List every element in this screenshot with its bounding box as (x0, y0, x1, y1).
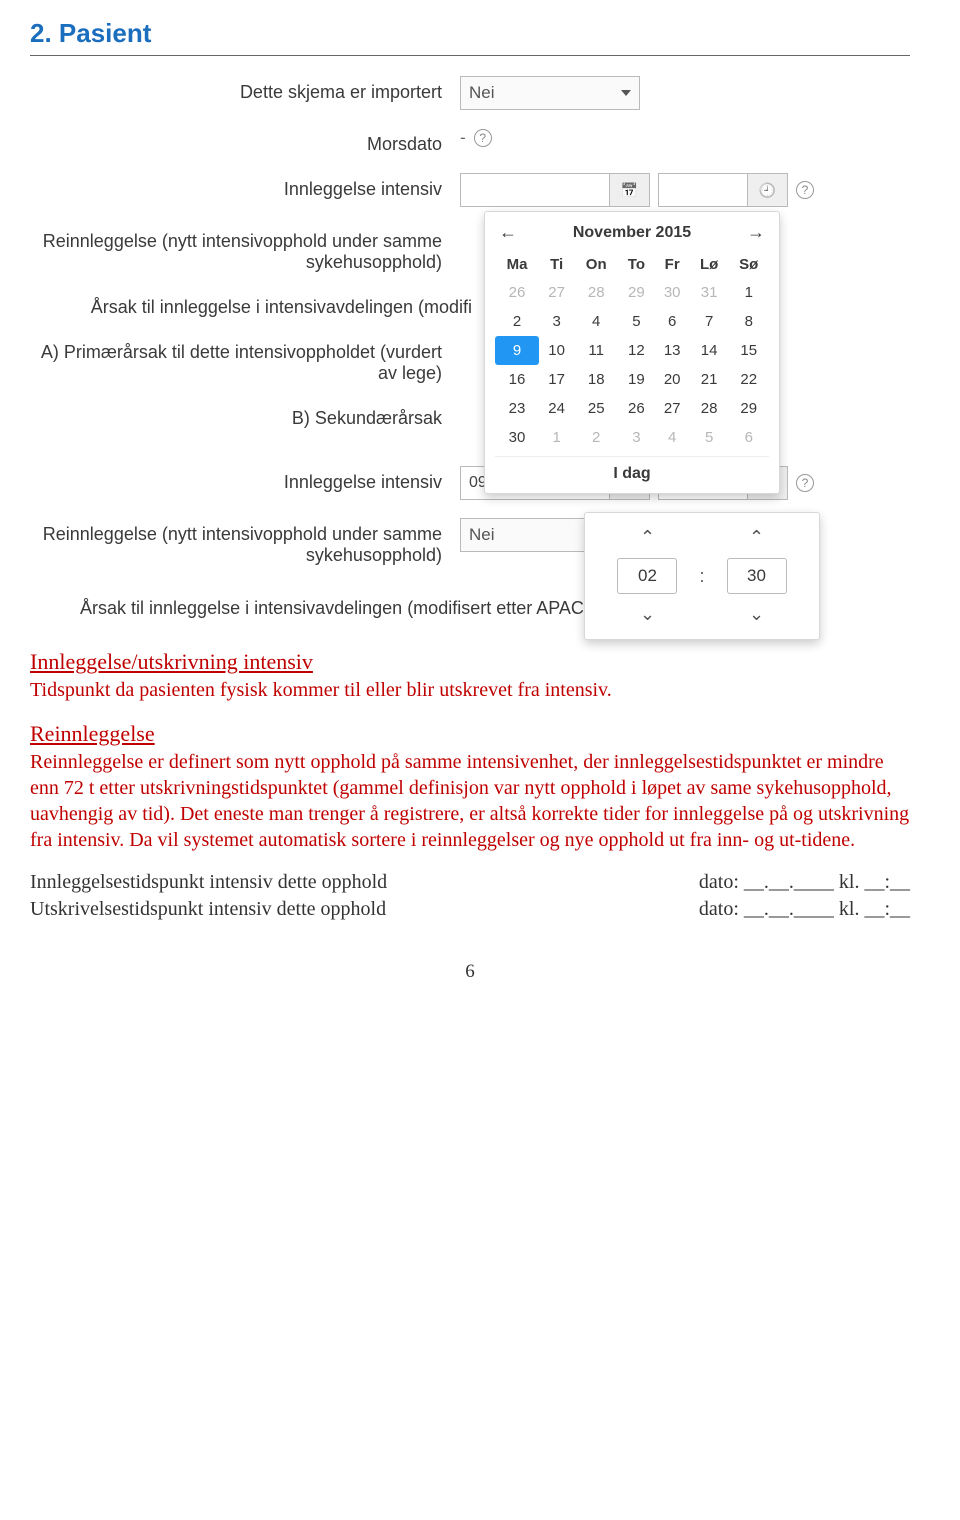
minute-up-button[interactable] (749, 527, 764, 548)
innleggelse2-label: Innleggelse intensiv (30, 466, 460, 493)
def-innleggelse: Tidspunkt da pasienten fysisk kommer til… (30, 677, 910, 703)
calendar-day[interactable]: 5 (618, 307, 654, 336)
calendar-day[interactable]: 8 (728, 307, 769, 336)
calendar-day[interactable]: 28 (690, 394, 729, 423)
calendar-day[interactable]: 22 (728, 365, 769, 394)
calendar-day[interactable]: 1 (728, 278, 769, 307)
heading-reinnleggelse: Reinnleggelse (30, 721, 910, 747)
calendar-day[interactable]: 29 (618, 278, 654, 307)
chevron-down-icon (621, 90, 631, 96)
morsdato-label: Morsdato (30, 128, 460, 155)
today-button[interactable]: I dag (495, 456, 769, 489)
explanatory-text: Innleggelse/utskrivning intensiv Tidspun… (30, 649, 910, 921)
heading-innleggelse: Innleggelse/utskrivning intensiv (30, 649, 910, 675)
calendar-day[interactable]: 14 (690, 336, 729, 365)
calendar-day[interactable]: 21 (690, 365, 729, 394)
imported-select[interactable]: Nei (460, 76, 640, 110)
innleggelse1-label: Innleggelse intensiv (30, 173, 460, 200)
reinnleggelse1-label: Reinnleggelse (nytt intensivopphold unde… (30, 225, 460, 273)
calendar-day[interactable]: 31 (690, 278, 729, 307)
calendar-day[interactable]: 28 (574, 278, 618, 307)
calendar-day[interactable]: 24 (539, 394, 574, 423)
row-in-label: Innleggelsestidspunkt intensiv dette opp… (30, 871, 387, 894)
help-icon[interactable]: ? (474, 129, 492, 147)
imported-value: Nei (469, 83, 495, 103)
calendar-day[interactable]: 13 (655, 336, 690, 365)
calendar-day[interactable]: 3 (618, 423, 654, 452)
calendar-day[interactable]: 16 (495, 365, 539, 394)
timepicker-popup: 02 : 30 (584, 512, 820, 640)
calendar-day[interactable]: 30 (655, 278, 690, 307)
next-month-button[interactable] (747, 222, 765, 243)
calendar-day[interactable]: 12 (618, 336, 654, 365)
calendar-day[interactable]: 19 (618, 365, 654, 394)
time-colon: : (699, 566, 704, 587)
aarsak2-label: Årsak til innleggelse i intensivavdeling… (30, 592, 670, 619)
page-number: 6 (30, 961, 910, 983)
datepicker-popup: November 2015 MaTiOnToFrLøSø 26272829303… (484, 211, 780, 494)
form-area: Dette skjema er importert Nei Morsdato -… (30, 76, 910, 619)
weekday-header: On (574, 251, 618, 278)
calendar-day[interactable]: 27 (539, 278, 574, 307)
calendar-day[interactable]: 29 (728, 394, 769, 423)
row-in-blanks: dato: __.__.____ kl. __:__ (699, 871, 910, 894)
calendar-day[interactable]: 5 (690, 423, 729, 452)
aarsak-label: Årsak til innleggelse i intensivavdeling… (30, 291, 490, 318)
calendar-day[interactable]: 26 (618, 394, 654, 423)
calendar-day[interactable]: 17 (539, 365, 574, 394)
calendar-day[interactable]: 9 (495, 336, 539, 365)
calendar-icon[interactable] (610, 173, 650, 207)
help-icon[interactable]: ? (796, 474, 814, 492)
calendar-grid: MaTiOnToFrLøSø 2627282930311234567891011… (495, 251, 769, 452)
calendar-day[interactable]: 20 (655, 365, 690, 394)
hour-down-button[interactable] (640, 604, 655, 625)
innleggelse1-date-input[interactable] (460, 173, 610, 207)
calendar-day[interactable]: 30 (495, 423, 539, 452)
row-out-label: Utskrivelsestidspunkt intensiv dette opp… (30, 898, 386, 921)
calendar-day[interactable]: 2 (495, 307, 539, 336)
morsdato-value: - (460, 128, 466, 148)
weekday-header: To (618, 251, 654, 278)
prev-month-button[interactable] (499, 222, 517, 243)
clock-icon[interactable] (748, 173, 788, 207)
calendar-day[interactable]: 7 (690, 307, 729, 336)
calendar-day[interactable]: 11 (574, 336, 618, 365)
minute-value[interactable]: 30 (727, 558, 787, 594)
weekday-header: Ma (495, 251, 539, 278)
calendar-day[interactable]: 3 (539, 307, 574, 336)
calendar-day[interactable]: 6 (655, 307, 690, 336)
reinnleggelse2-value: Nei (469, 525, 495, 545)
weekday-header: Lø (690, 251, 729, 278)
calendar-day[interactable]: 6 (728, 423, 769, 452)
hour-value[interactable]: 02 (617, 558, 677, 594)
calendar-day[interactable]: 10 (539, 336, 574, 365)
row-out-blanks: dato: __.__.____ kl. __:__ (699, 898, 910, 921)
weekday-header: Sø (728, 251, 769, 278)
def-reinnleggelse: Reinnleggelse er definert som nytt oppho… (30, 749, 910, 853)
datepicker-title[interactable]: November 2015 (573, 224, 691, 242)
weekday-header: Ti (539, 251, 574, 278)
reinnleggelse2-label: Reinnleggelse (nytt intensivopphold unde… (30, 518, 460, 566)
calendar-day[interactable]: 26 (495, 278, 539, 307)
calendar-day[interactable]: 2 (574, 423, 618, 452)
calendar-day[interactable]: 25 (574, 394, 618, 423)
hour-up-button[interactable] (640, 527, 655, 548)
imported-label: Dette skjema er importert (30, 76, 460, 103)
primaer-label: A) Primærårsak til dette intensivopphold… (30, 336, 460, 384)
calendar-day[interactable]: 4 (574, 307, 618, 336)
calendar-day[interactable]: 18 (574, 365, 618, 394)
help-icon[interactable]: ? (796, 181, 814, 199)
calendar-day[interactable]: 4 (655, 423, 690, 452)
calendar-day[interactable]: 15 (728, 336, 769, 365)
innleggelse1-time-input[interactable] (658, 173, 748, 207)
calendar-day[interactable]: 1 (539, 423, 574, 452)
weekday-header: Fr (655, 251, 690, 278)
section-title: 2. Pasient (30, 10, 910, 56)
calendar-day[interactable]: 23 (495, 394, 539, 423)
calendar-day[interactable]: 27 (655, 394, 690, 423)
sekundaer-label: B) Sekundærårsak (30, 402, 460, 429)
minute-down-button[interactable] (749, 604, 764, 625)
